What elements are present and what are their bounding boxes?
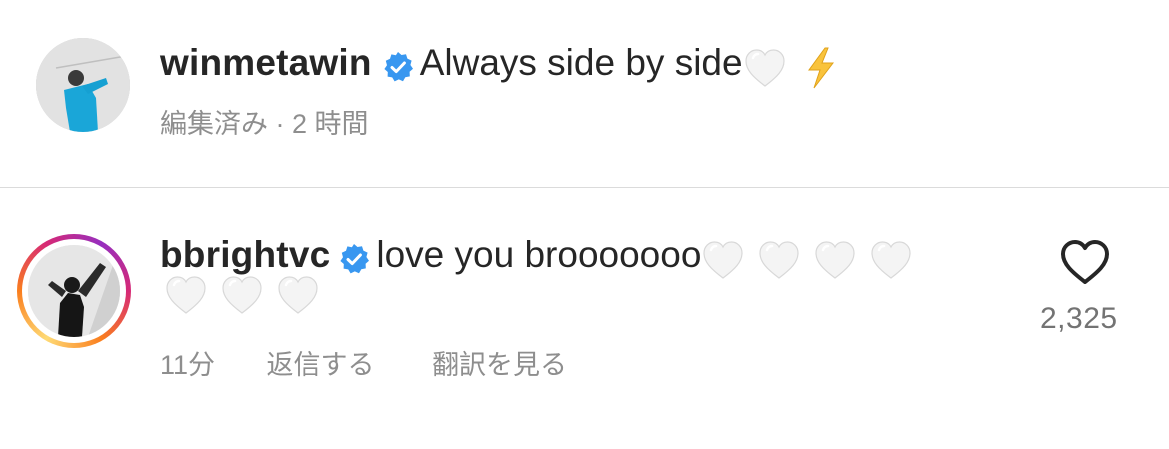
caption-time: 2 時間 [292,109,369,139]
commenter-avatar-story-ring[interactable] [17,234,131,348]
post-caption: winmetawin Always side by side 編集済み · 2 時… [0,0,1169,187]
comment-emoji-line-2 [164,276,320,320]
commenter-username-suffix: vc [288,234,331,275]
white-heart-emoji-icon [701,238,745,282]
comment-time: 11分 [160,350,216,380]
comment-text: love you brooooooo [376,234,702,275]
commenter-username-main: bbright [160,234,289,275]
verified-badge-icon [382,51,414,83]
white-heart-emoji-icon [164,273,208,317]
divider [0,187,1169,188]
white-heart-emoji-icon [813,238,857,282]
avatar-photo [28,245,120,337]
caption-author-avatar[interactable] [36,38,130,132]
white-heart-emoji-icon [276,273,320,317]
caption-text: Always side by side [419,42,743,83]
caption-meta: 編集済み · 2 時間 [160,111,369,138]
white-heart-emoji-icon [757,238,801,282]
edited-label: 編集済み [160,109,268,139]
commenter-avatar [28,245,120,337]
see-translation-button[interactable]: 翻訳を見る [432,350,567,380]
white-heart-emoji-icon [743,46,787,90]
like-count: 2,325 [1040,302,1118,335]
like-heart-icon[interactable] [1058,237,1112,287]
comments-panel: winmetawin Always side by side 編集済み · 2 時… [0,0,1169,449]
reply-button[interactable]: 返信する [267,350,375,380]
white-heart-emoji-icon [220,273,264,317]
caption-username[interactable]: winmetawin [160,42,372,83]
commenter-username[interactable]: bbrightvc [160,234,330,275]
avatar-photo [36,38,130,132]
verified-badge-icon [338,243,370,275]
comment-actions: 11分 返信する 翻訳を見る [160,352,567,379]
meta-separator: · [275,109,285,139]
white-heart-emoji-icon [869,238,913,282]
high-voltage-emoji-icon [807,47,834,89]
